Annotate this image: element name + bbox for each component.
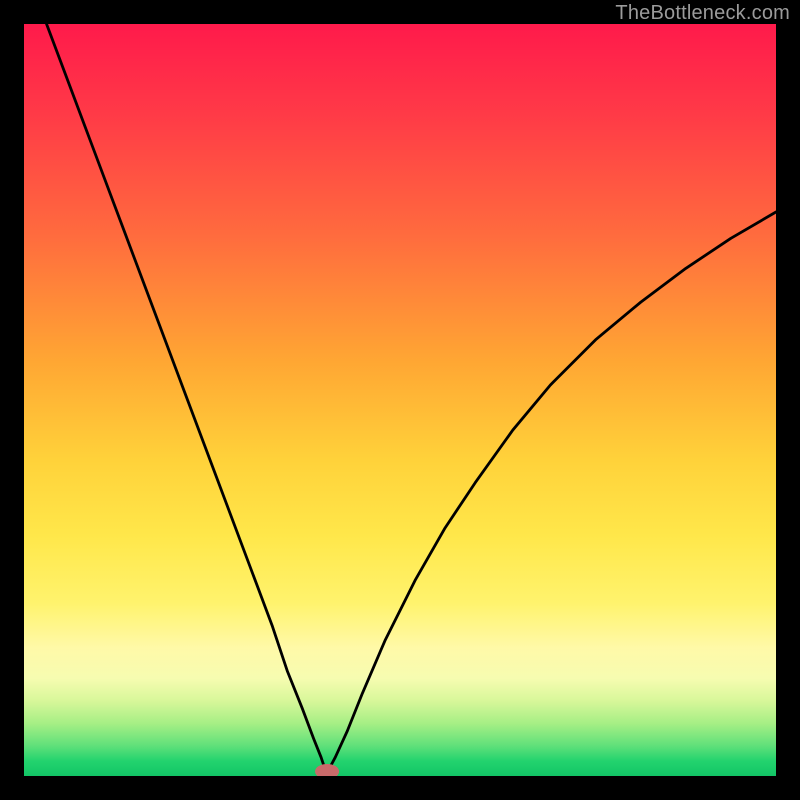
minimum-marker bbox=[315, 764, 339, 776]
chart-frame: TheBottleneck.com bbox=[0, 0, 800, 800]
curve-layer bbox=[24, 24, 776, 776]
watermark-text: TheBottleneck.com bbox=[615, 2, 790, 25]
bottleneck-curve bbox=[47, 24, 776, 768]
plot-area bbox=[24, 24, 776, 776]
